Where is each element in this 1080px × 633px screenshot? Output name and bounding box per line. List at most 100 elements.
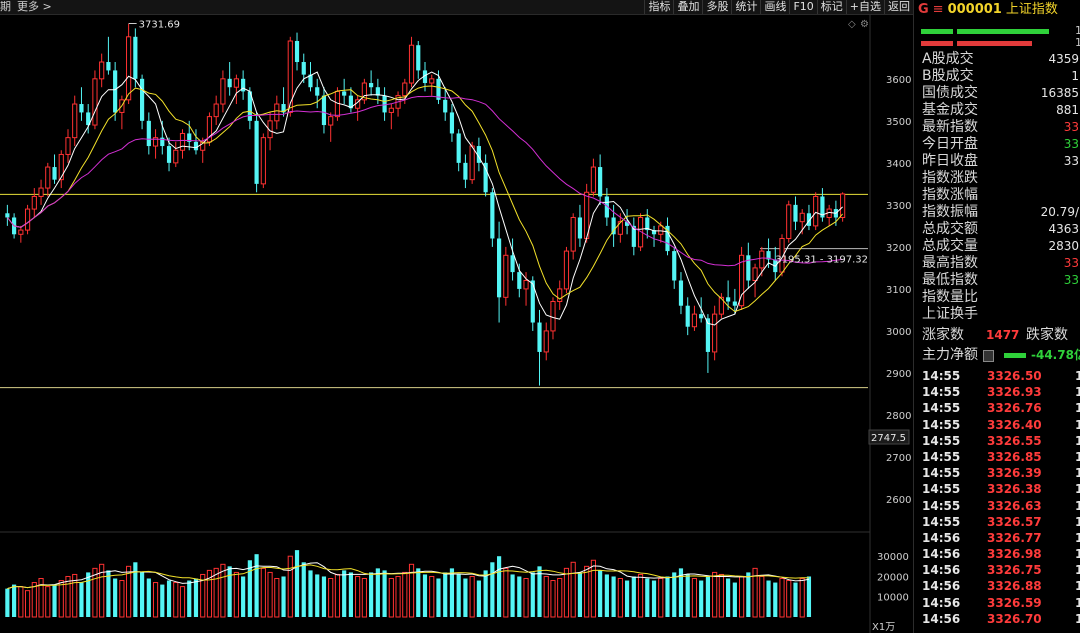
price-tick-label: 3600 xyxy=(886,75,911,86)
tick-price: 3326.98 xyxy=(987,547,1042,562)
candle-body xyxy=(369,83,374,88)
stat-label: 最高指数 xyxy=(922,255,978,271)
volume-bar xyxy=(746,572,751,617)
candle-body xyxy=(52,167,57,180)
volume-bar xyxy=(133,562,138,617)
stat-row: 基金成交 881 xyxy=(914,102,1080,119)
volume-bar xyxy=(429,575,435,618)
toolbar-button[interactable]: 画线 xyxy=(760,0,789,14)
toolbar-left: 期更多 > xyxy=(0,0,58,14)
tick-tail: 1 xyxy=(1075,595,1080,611)
tick-price: 3326.38 xyxy=(987,482,1042,497)
toolbar-button[interactable]: 叠加 xyxy=(673,0,702,14)
volume-bar xyxy=(139,572,145,617)
volume-bar xyxy=(348,572,353,617)
tick-tail: 1 xyxy=(1075,498,1080,514)
toolbar-button[interactable]: 多股 xyxy=(702,0,731,14)
tick-price: 3326.55 xyxy=(987,433,1042,448)
volume-bar xyxy=(672,572,677,617)
toolbar-button[interactable]: +自选 xyxy=(845,0,884,14)
candle-body xyxy=(752,267,758,282)
kline-chart[interactable]: 3600 3500 3400 3300 3200 3100 3000 2900 2800 2700… xyxy=(0,15,913,633)
candle-body xyxy=(537,322,542,352)
candle-body xyxy=(699,314,704,319)
toolbar-button[interactable]: F10 xyxy=(789,0,816,14)
volume-bar xyxy=(382,570,387,617)
volume-bar xyxy=(773,582,778,617)
menu-icon[interactable]: ≡ xyxy=(933,2,944,17)
index-name: 上证指数 xyxy=(1005,2,1058,17)
stat-value: 33 xyxy=(1063,256,1079,270)
tick-row: 14:56 3326.70 1 xyxy=(914,611,1080,627)
toolbar-left-item[interactable]: 更多 > xyxy=(17,0,52,13)
toolbar-left-item[interactable]: 期 xyxy=(0,0,11,13)
candle-body xyxy=(24,208,31,231)
volume-bar xyxy=(45,586,51,618)
volume-tick-label: 30000 xyxy=(877,552,909,563)
volume-bar xyxy=(523,578,529,618)
candle-body xyxy=(416,45,421,71)
candle-body xyxy=(227,78,232,88)
volume-bar xyxy=(113,578,118,617)
volume-bar xyxy=(658,578,664,618)
candle-body xyxy=(517,272,522,289)
candle-body xyxy=(732,301,737,306)
stat-row: 最低指数 33 xyxy=(914,272,1080,289)
volume-bar xyxy=(422,574,428,617)
tick-price: 3326.59 xyxy=(987,595,1042,610)
netflow-doc-icon[interactable] xyxy=(983,350,994,362)
volume-bar xyxy=(563,567,570,618)
candle-body xyxy=(678,280,684,306)
buy-sell-bars: 1 1 xyxy=(914,20,1080,49)
volume-bar xyxy=(799,578,805,618)
volume-bar xyxy=(483,570,488,617)
stat-row: 指数量比 xyxy=(914,289,1080,306)
toolbar-button[interactable]: 标记 xyxy=(816,0,846,14)
volume-bar xyxy=(402,571,408,618)
candle-body xyxy=(254,120,259,184)
tick-tail: 1 xyxy=(1075,578,1080,594)
toolbar-button[interactable]: 统计 xyxy=(731,0,760,14)
candle-body xyxy=(469,145,475,181)
candle-body xyxy=(497,238,502,298)
candle-body xyxy=(72,103,78,139)
tick-tail: 1 xyxy=(1075,562,1080,578)
candle-body xyxy=(490,192,495,239)
price-tick-label: 3200 xyxy=(886,243,911,254)
toolbar-button[interactable]: 指标 xyxy=(644,0,673,14)
volume-bar xyxy=(179,586,186,618)
volume-bar xyxy=(517,576,522,617)
candle-body xyxy=(220,78,226,105)
candle-body xyxy=(58,153,64,181)
toolbar-button[interactable]: 返回 xyxy=(884,0,913,14)
quote-panel: G ≡000001上证指数 1 1 A股成交 4359 B股成交 1 国债成交 16385 基… xyxy=(913,0,1080,633)
tick-row: 14:55 3326.93 1 xyxy=(914,384,1080,400)
stat-value: 2830 xyxy=(1048,239,1079,253)
candle-body xyxy=(443,99,448,113)
ma-line-10 xyxy=(7,85,843,313)
stat-label: 指数涨幅 xyxy=(922,187,978,203)
candle-body xyxy=(233,78,239,88)
stat-label: 国债成交 xyxy=(922,85,978,101)
candle-body xyxy=(301,62,306,75)
candle-body xyxy=(503,254,509,298)
chart-toolbar: 期更多 > 指标 叠加 多股 统计 画线 F10 标记 +自选 返回 xyxy=(0,0,913,15)
volume-bar xyxy=(254,554,259,617)
volume-bar xyxy=(152,582,159,618)
volume-bar xyxy=(665,576,670,617)
tick-tail: 1 xyxy=(1075,449,1080,465)
candle-body xyxy=(260,137,266,185)
range-label: 3195.31 - 3197.32 xyxy=(775,255,868,266)
volume-bar xyxy=(624,580,630,617)
tick-time: 14:55 xyxy=(922,482,961,497)
candle-body xyxy=(179,132,186,151)
price-tick-label: 3300 xyxy=(886,201,911,212)
tick-row: 14:55 3326.85 1 xyxy=(914,449,1080,465)
toolbar-right: 指标 叠加 多股 统计 画线 F10 标记 +自选 返回 xyxy=(644,0,913,14)
tick-row: 14:56 3326.88 1 xyxy=(914,578,1080,594)
volume-bar xyxy=(726,578,731,617)
netflow-label: 主力净额 xyxy=(922,347,978,363)
tick-time: 14:56 xyxy=(922,563,961,578)
volume-bar xyxy=(590,559,596,618)
stat-row: 总成交额 4363 xyxy=(914,221,1080,238)
